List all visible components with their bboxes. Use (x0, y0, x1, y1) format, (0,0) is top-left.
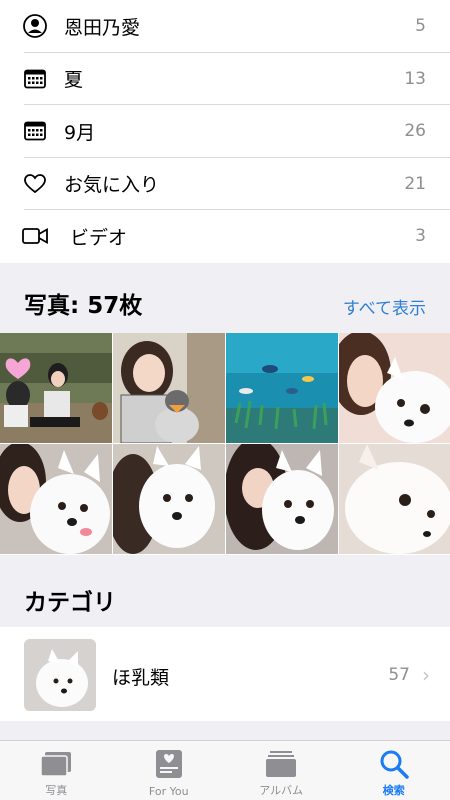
section-title: カテゴリ (24, 589, 116, 616)
list-item-count: 13 (404, 68, 426, 89)
section-title: 写真: 57枚 (24, 292, 143, 319)
tab-label: For You (148, 785, 189, 798)
list-item-label: 9月 (64, 121, 96, 144)
photo-thumbnail[interactable] (0, 444, 112, 555)
category-thumbnail (24, 638, 96, 711)
list-item-september[interactable]: 9月 26 (0, 105, 450, 158)
for-you-icon (152, 749, 186, 779)
category-item-mammals[interactable]: ほ乳類 57 › (0, 626, 450, 721)
tab-label: 写真 (45, 784, 68, 797)
category-section-header: カテゴリ (0, 554, 450, 627)
albums-icon (264, 749, 298, 779)
calendar-icon (22, 118, 48, 144)
list-item-label: 夏 (64, 69, 84, 92)
search-results-list: 恩田乃愛 5 夏 13 9月 26 お気に入り 21 ビデオ 3 (0, 0, 450, 263)
photo-grid (0, 332, 450, 555)
list-item-count: 5 (415, 16, 426, 37)
list-item-video[interactable]: ビデオ 3 (0, 210, 450, 263)
see-all-link[interactable]: すべて表示 (343, 294, 426, 319)
tab-bar: 写真 For You アルバム 検索 (0, 740, 450, 800)
photos-icon (39, 749, 73, 779)
tab-search[interactable]: 検索 (338, 741, 450, 800)
search-icon (377, 749, 411, 779)
photo-thumbnail[interactable] (339, 444, 450, 555)
photo-thumbnail[interactable] (339, 332, 450, 443)
photo-thumbnail[interactable] (226, 444, 338, 555)
category-count: 57 (388, 664, 410, 685)
photo-thumbnail[interactable] (226, 332, 338, 443)
list-item-summer[interactable]: 夏 13 (0, 53, 450, 105)
list-item-label: お気に入り (64, 174, 160, 197)
list-item-label: ビデオ (70, 226, 128, 249)
photo-thumbnail[interactable] (113, 444, 225, 555)
list-item-count: 3 (415, 226, 426, 247)
category-label: ほ乳類 (112, 666, 170, 689)
list-item-count: 26 (404, 121, 426, 142)
tab-label: アルバム (259, 784, 304, 797)
chevron-right-icon: › (422, 662, 430, 687)
list-item-favorites[interactable]: お気に入り 21 (0, 158, 450, 210)
photo-thumbnail[interactable] (0, 332, 112, 443)
photos-section-header: 写真: 57枚 すべて表示 (0, 262, 450, 333)
tab-photos[interactable]: 写真 (0, 741, 113, 800)
list-item-count: 21 (404, 173, 426, 194)
calendar-icon (22, 66, 48, 92)
person-icon (22, 13, 48, 39)
tab-for-you[interactable]: For You (113, 741, 226, 800)
photo-thumbnail[interactable] (113, 332, 225, 443)
list-item-label: 恩田乃愛 (64, 16, 141, 39)
list-item-person[interactable]: 恩田乃愛 5 (0, 0, 450, 53)
heart-icon (22, 171, 48, 197)
tab-label: 検索 (382, 784, 405, 797)
video-camera-icon (22, 223, 48, 249)
tab-albums[interactable]: アルバム (225, 741, 338, 800)
